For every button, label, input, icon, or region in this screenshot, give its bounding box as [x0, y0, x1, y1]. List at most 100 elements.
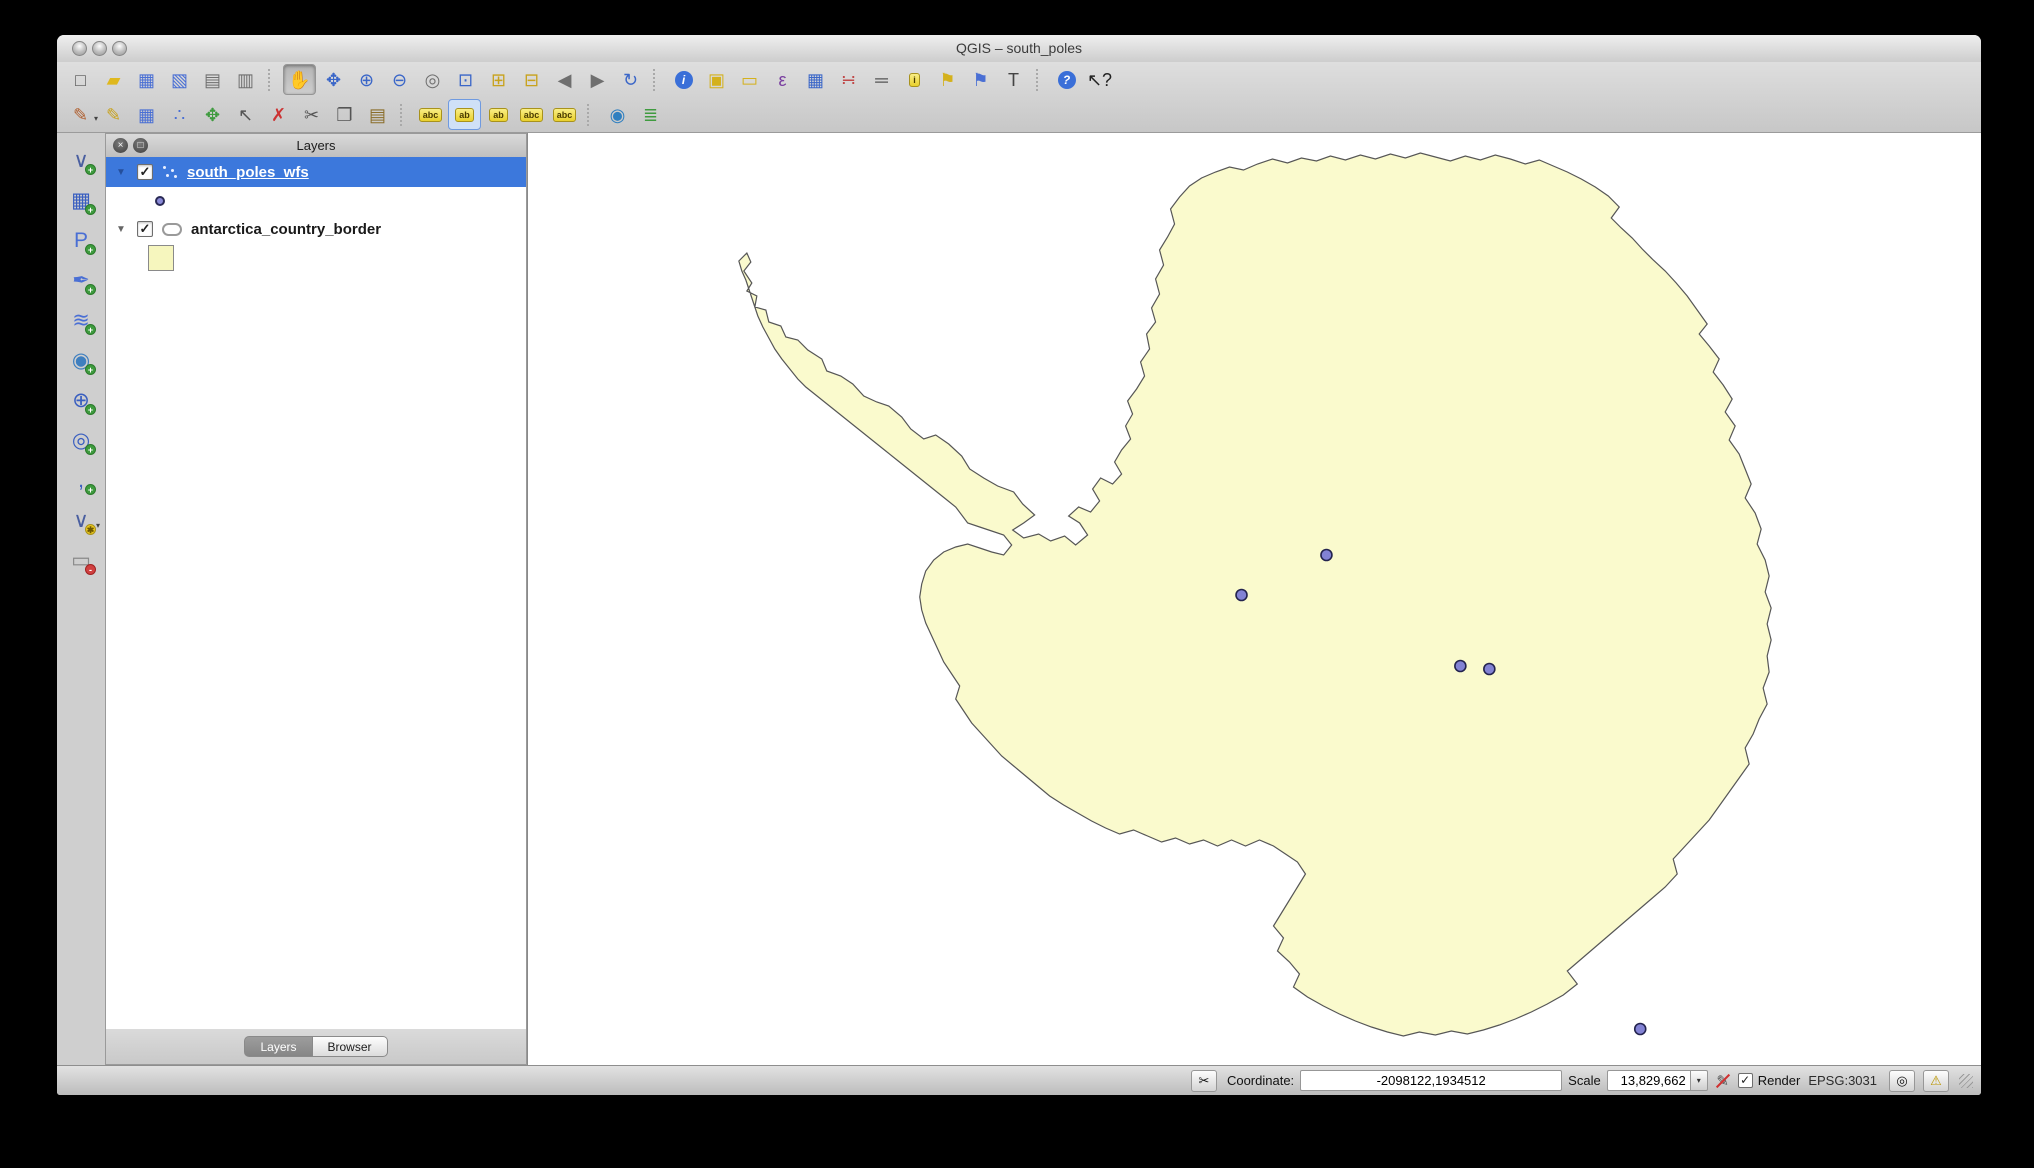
panel-close-icon[interactable]: ×	[113, 138, 128, 153]
map-canvas[interactable]	[527, 133, 1981, 1065]
zoom-to-layer-icon[interactable]: ⊟	[516, 65, 547, 94]
new-print-composer-icon[interactable]: ▤	[197, 65, 228, 94]
show-bookmarks-icon[interactable]: ⚑	[965, 65, 996, 94]
layer-label: south_poles_wfs	[187, 163, 309, 181]
globe-plugin-glyph: ◉	[609, 104, 626, 125]
whats-this-icon[interactable]: ↖?	[1084, 65, 1115, 94]
new-shapefile-layer-icon[interactable]: ∨ ✱ ▾	[64, 505, 100, 536]
layers-panel: × □ Layers ▼ ✓ south_poles_wfs ▼ ✓ antarctica…	[105, 133, 527, 1065]
zoom-full-extent-icon[interactable]: ⊡	[450, 65, 481, 94]
layer-row[interactable]: ▼ ✓ antarctica_country_border	[106, 214, 526, 244]
copy-features-icon[interactable]: ❐	[329, 100, 360, 129]
zoom-to-selection-icon[interactable]: ⊞	[483, 65, 514, 94]
save-project-icon[interactable]: ▦	[131, 65, 162, 94]
expand-triangle-icon[interactable]: ▼	[116, 224, 128, 235]
save-project-as-icon[interactable]: ▧	[164, 65, 195, 94]
add-delimited-text-layer-icon[interactable]: , +	[64, 465, 98, 496]
map-tips-icon[interactable]: i	[899, 65, 930, 94]
tab-browser[interactable]: Browser	[312, 1036, 388, 1057]
add-mssql-layer-icon[interactable]: ≋ +	[64, 305, 98, 336]
add-wfs-layer-badge-icon: +	[85, 444, 96, 455]
whats-this-glyph: ↖?	[1086, 69, 1113, 90]
delete-selected-icon[interactable]: ✗	[263, 100, 294, 129]
polygon-layer-icon	[162, 222, 182, 236]
open-project-icon[interactable]: ▰	[98, 65, 129, 94]
add-wms-layer-icon[interactable]: ◉ +	[64, 345, 98, 376]
add-mssql-layer-badge-icon: +	[85, 324, 96, 335]
zoom-last-glyph: ◀	[557, 69, 572, 90]
zoom-native-icon[interactable]: ◎	[417, 65, 448, 94]
measure-angle-icon[interactable]: ε	[767, 65, 798, 94]
new-project-icon[interactable]: □	[65, 65, 96, 94]
minimize-window-button[interactable]	[92, 41, 107, 56]
zoom-next-icon[interactable]: ▶	[582, 65, 613, 94]
label-properties-icon[interactable]: abc	[549, 100, 580, 129]
label-visibility-icon[interactable]: abc	[516, 100, 547, 129]
panel-float-icon[interactable]: □	[133, 138, 148, 153]
pan-to-selection-icon[interactable]: ✥	[318, 65, 349, 94]
resize-grip[interactable]	[1959, 1073, 1973, 1088]
add-spatialite-layer-icon[interactable]: ✒ +	[64, 265, 98, 296]
open-attribute-table-icon[interactable]: ▦	[800, 65, 831, 94]
add-raster-layer-icon[interactable]: ▦ +	[64, 185, 98, 216]
help-icon[interactable]: ?	[1051, 65, 1082, 94]
crs-status-icon[interactable]: ◎	[1889, 1069, 1915, 1092]
identify-features-icon[interactable]: i	[668, 65, 699, 94]
scale-dropdown-icon[interactable]: ▾	[1690, 1070, 1708, 1091]
render-checkbox[interactable]: ✓	[1737, 1073, 1753, 1088]
field-calculator-icon[interactable]: ∺	[833, 65, 864, 94]
select-features-icon[interactable]: ▣	[701, 65, 732, 94]
zoom-out-icon[interactable]: ⊖	[384, 65, 415, 94]
cut-features-icon[interactable]: ✂	[296, 100, 327, 129]
deselect-features-icon[interactable]: ▭	[734, 65, 765, 94]
move-feature-icon[interactable]: ✥	[197, 100, 228, 129]
add-spatialite-layer-badge-icon: +	[85, 284, 96, 295]
open-project-glyph: ▰	[106, 69, 121, 90]
rotate-label-icon[interactable]: ab	[483, 100, 514, 129]
zoom-in-icon[interactable]: ⊕	[351, 65, 382, 94]
zoom-window-button[interactable]	[112, 41, 127, 56]
globe-plugin-icon[interactable]: ◉	[602, 100, 633, 129]
cut-features-glyph: ✂	[303, 104, 320, 125]
title-bar[interactable]: QGIS – south_poles	[57, 35, 1981, 63]
scale-input[interactable]	[1606, 1070, 1691, 1091]
tab-layers[interactable]: Layers	[244, 1036, 313, 1057]
add-vector-layer-icon[interactable]: ∨ +	[64, 145, 98, 176]
messages-warning-icon[interactable]: ⚠	[1923, 1069, 1949, 1092]
add-wfs-layer-icon[interactable]: ◎ +	[64, 425, 98, 456]
pan-map-glyph: ✋	[288, 69, 311, 90]
refresh-map-icon[interactable]: ↻	[615, 65, 646, 94]
layer-row[interactable]: ▼ ✓ south_poles_wfs	[106, 157, 526, 187]
pan-map-icon[interactable]: ✋	[283, 64, 316, 95]
identify-features-glyph: i	[674, 70, 693, 89]
layer-checkbox[interactable]: ✓	[137, 164, 153, 180]
coordinate-extents-toggle-icon[interactable]: ✂	[1190, 1069, 1217, 1092]
paste-features-icon[interactable]: ▤	[362, 100, 393, 129]
expand-triangle-icon[interactable]: ▼	[116, 167, 128, 178]
status-bar: ✂ Coordinate: Scale ▾ ✎ ✓ Render EPSG:30…	[57, 1065, 1981, 1095]
add-feature-icon[interactable]: ∴	[164, 100, 195, 129]
add-postgis-layer-icon[interactable]: P +	[64, 225, 98, 256]
field-calculator-glyph: ∺	[840, 69, 857, 90]
measure-line-glyph: ═	[875, 69, 888, 90]
layer-checkbox[interactable]: ✓	[137, 221, 153, 237]
close-window-button[interactable]	[72, 41, 87, 56]
point-symbol-swatch	[155, 195, 165, 206]
save-edits-icon[interactable]: ▦	[131, 100, 162, 129]
composer-manager-icon[interactable]: ▥	[230, 65, 261, 94]
node-tool-icon[interactable]: ↖	[230, 100, 261, 129]
zoom-last-icon[interactable]: ◀	[549, 65, 580, 94]
labeling-icon[interactable]: abc	[415, 100, 446, 129]
current-edits-icon[interactable]: ✎ ▾	[65, 100, 98, 129]
measure-line-icon[interactable]: ═	[866, 65, 897, 94]
zoom-in-glyph: ⊕	[358, 69, 375, 90]
text-annotation-icon[interactable]: T	[998, 65, 1029, 94]
layers-plugin-icon[interactable]: ≣	[635, 100, 666, 129]
stop-rendering-icon[interactable]: ✎	[1712, 1070, 1734, 1092]
add-wcs-layer-icon[interactable]: ⊕ +	[64, 385, 98, 416]
coordinate-input[interactable]	[1300, 1070, 1563, 1091]
remove-layer-icon[interactable]: ▭ -	[64, 545, 98, 576]
toggle-editing-icon[interactable]: ✎	[98, 100, 129, 129]
new-bookmark-icon[interactable]: ⚑	[932, 65, 963, 94]
move-label-icon[interactable]: ab	[448, 99, 481, 130]
